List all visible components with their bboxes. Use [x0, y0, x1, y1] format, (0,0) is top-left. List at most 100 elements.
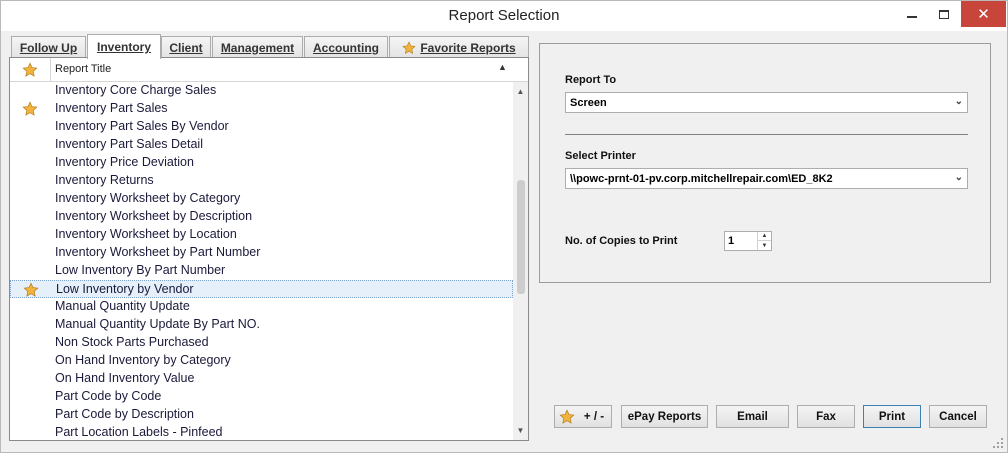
copies-stepper[interactable]: 1 ▲ ▼: [724, 231, 772, 251]
print-button[interactable]: Print: [863, 405, 921, 428]
favorite-cell[interactable]: [22, 335, 38, 351]
divider: [565, 134, 968, 135]
list-item[interactable]: Inventory Part Sales Detail: [10, 136, 513, 154]
tab-label: Accounting: [313, 40, 379, 55]
report-title: Non Stock Parts Purchased: [55, 335, 209, 349]
report-title: Part Code by Description: [55, 407, 194, 421]
favorite-cell[interactable]: [22, 137, 38, 153]
scroll-up-icon[interactable]: ▲: [513, 84, 528, 99]
list-item[interactable]: Inventory Worksheet by Category: [10, 190, 513, 208]
increment-icon[interactable]: ▲: [758, 232, 771, 241]
report-selection-window: Report Selection ✕ Follow Up Inventory C…: [0, 0, 1008, 453]
list-item[interactable]: Manual Quantity Update: [10, 298, 513, 316]
maximize-button[interactable]: [926, 1, 962, 27]
favorite-column-header[interactable]: [10, 58, 51, 81]
favorite-cell[interactable]: [22, 119, 38, 135]
favorite-cell[interactable]: [22, 227, 38, 243]
report-title: Inventory Worksheet by Category: [55, 191, 241, 205]
favorite-cell[interactable]: [22, 353, 38, 369]
list-item[interactable]: On Hand Inventory Value: [10, 370, 513, 388]
star-icon[interactable]: [23, 282, 39, 298]
favorite-cell[interactable]: [22, 425, 38, 440]
tab-label: Follow Up: [19, 40, 78, 55]
tab-label: Management: [220, 40, 295, 55]
report-title-column-header[interactable]: Report Title: [55, 63, 111, 75]
report-list-panel: Report Title ▲ Inventory Core Charge Sal…: [9, 57, 529, 441]
report-to-select[interactable]: Screen ⌄: [565, 92, 968, 113]
scrollbar-thumb[interactable]: [517, 180, 525, 294]
email-button[interactable]: Email: [716, 405, 789, 428]
tab-inventory[interactable]: Inventory: [87, 34, 161, 59]
favorite-cell[interactable]: [22, 245, 38, 261]
report-title: Manual Quantity Update By Part NO.: [55, 317, 260, 331]
copies-label: No. of Copies to Print: [565, 235, 678, 247]
fax-button[interactable]: Fax: [797, 405, 855, 428]
report-title: Low Inventory By Part Number: [55, 263, 226, 277]
list-item[interactable]: Low Inventory By Part Number: [10, 262, 513, 280]
tab-follow-up[interactable]: Follow Up: [11, 36, 86, 58]
toggle-favorite-button[interactable]: + / -: [554, 405, 612, 428]
list-item[interactable]: On Hand Inventory by Category: [10, 352, 513, 370]
printer-select[interactable]: \\powc-prnt-01-pv.corp.mitchellrepair.co…: [565, 168, 968, 189]
tab-client[interactable]: Client: [161, 36, 211, 58]
sort-ascending-icon[interactable]: ▲: [498, 62, 507, 72]
tab-accounting[interactable]: Accounting: [304, 36, 388, 58]
star-icon[interactable]: [22, 101, 38, 117]
report-list-scrollbar[interactable]: ▲ ▼: [513, 82, 528, 440]
list-item[interactable]: Part Code by Code: [10, 388, 513, 406]
report-title: On Hand Inventory by Category: [55, 353, 231, 367]
resize-grip[interactable]: [993, 438, 1003, 448]
list-item-selected[interactable]: Low Inventory by Vendor: [10, 280, 513, 298]
favorite-cell[interactable]: [22, 371, 38, 387]
report-to-label: Report To: [565, 74, 617, 86]
list-item[interactable]: Manual Quantity Update By Part NO.: [10, 316, 513, 334]
report-list: Inventory Core Charge Sales Inventory Par…: [10, 82, 513, 440]
epay-reports-button[interactable]: ePay Reports: [621, 405, 708, 428]
chevron-down-icon: ⌄: [954, 172, 963, 183]
favorite-cell[interactable]: [22, 407, 38, 423]
minimize-icon: [907, 16, 917, 18]
list-item[interactable]: Inventory Worksheet by Location: [10, 226, 513, 244]
output-settings-panel: Report To Screen ⌄ Select Printer \\powc…: [539, 43, 991, 283]
copies-value[interactable]: 1: [728, 235, 734, 247]
close-icon: ✕: [977, 5, 990, 23]
report-title: Inventory Part Sales Detail: [55, 137, 203, 151]
report-title: Inventory Worksheet by Part Number: [55, 245, 261, 259]
chevron-down-icon: ⌄: [954, 96, 963, 107]
report-title: Inventory Worksheet by Location: [55, 227, 237, 241]
list-item[interactable]: Inventory Part Sales By Vendor: [10, 118, 513, 136]
favorite-cell[interactable]: [22, 299, 38, 315]
cancel-button[interactable]: Cancel: [929, 405, 987, 428]
tab-label: Inventory: [96, 40, 151, 54]
report-to-value: Screen: [570, 96, 607, 109]
favorite-cell[interactable]: [22, 191, 38, 207]
report-title: Inventory Part Sales: [55, 101, 168, 115]
favorite-cell[interactable]: [22, 389, 38, 405]
list-item[interactable]: Inventory Core Charge Sales: [10, 82, 513, 100]
favorite-cell[interactable]: [22, 155, 38, 171]
favorite-cell[interactable]: [22, 83, 38, 99]
select-printer-label: Select Printer: [565, 150, 636, 162]
list-item[interactable]: Part Location Labels - Pinfeed: [10, 424, 513, 440]
decrement-icon[interactable]: ▼: [758, 241, 771, 250]
favorite-cell[interactable]: [22, 209, 38, 225]
list-item[interactable]: Inventory Part Sales: [10, 100, 513, 118]
list-item[interactable]: Inventory Worksheet by Part Number: [10, 244, 513, 262]
favorite-cell[interactable]: [22, 263, 38, 279]
tab-favorite-reports[interactable]: Favorite Reports: [389, 36, 529, 58]
list-item[interactable]: Part Code by Description: [10, 406, 513, 424]
list-item[interactable]: Non Stock Parts Purchased: [10, 334, 513, 352]
list-item[interactable]: Inventory Price Deviation: [10, 154, 513, 172]
close-button[interactable]: ✕: [961, 1, 1006, 27]
favorite-cell[interactable]: [22, 173, 38, 189]
report-title: Inventory Worksheet by Description: [55, 209, 253, 223]
maximize-icon: [939, 9, 949, 19]
tab-label: Favorite Reports: [420, 40, 516, 55]
favorite-cell[interactable]: [22, 317, 38, 333]
star-icon: [22, 61, 38, 78]
list-item[interactable]: Inventory Worksheet by Description: [10, 208, 513, 226]
minimize-button[interactable]: [894, 1, 930, 27]
tab-management[interactable]: Management: [212, 36, 303, 58]
list-item[interactable]: Inventory Returns: [10, 172, 513, 190]
scroll-down-icon[interactable]: ▼: [513, 423, 528, 438]
